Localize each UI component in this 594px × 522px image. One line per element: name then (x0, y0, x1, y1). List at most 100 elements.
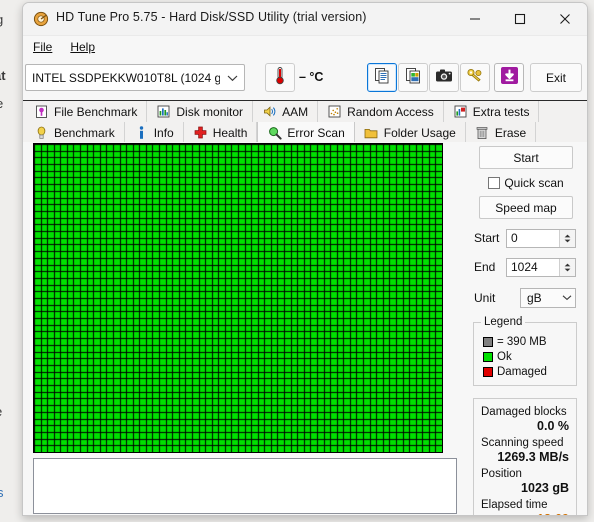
end-stepper[interactable] (559, 258, 575, 276)
quick-scan-row[interactable]: Quick scan (473, 176, 579, 190)
unit-select[interactable]: gB (520, 287, 576, 308)
stat-damaged-blocks: Damaged blocks 0.0 % (481, 405, 569, 434)
lightbulb-icon (34, 125, 49, 140)
stat-position-label: Position (481, 468, 522, 480)
stat-elapsed-time-label: Elapsed time (481, 499, 548, 511)
stat-scanning-speed-value: 1269.3 MB/s (497, 450, 569, 464)
tab-random-access-label: Random Access (347, 104, 434, 119)
copy-text-button[interactable] (367, 63, 397, 92)
title-bar[interactable]: HD Tune Pro 5.75 - Hard Disk/SSD Utility… (23, 3, 587, 36)
options-button[interactable] (460, 63, 490, 92)
tab-benchmark-label: Benchmark (54, 125, 115, 140)
quick-scan-label: Quick scan (504, 176, 564, 190)
legend-swatch-damaged (483, 366, 493, 377)
camera-icon (435, 68, 453, 88)
legend-swatch-ok (483, 351, 493, 362)
tab-erase-label: Erase (494, 125, 527, 140)
tab-file-benchmark[interactable]: File Benchmark (25, 101, 148, 122)
background-text-fragment: at (0, 68, 6, 83)
screenshot-button[interactable] (429, 63, 459, 92)
end-field-label: End (474, 260, 496, 274)
tab-benchmark[interactable]: Benchmark (25, 122, 125, 143)
unit-select-value: gB (527, 290, 542, 305)
tab-row-2: Benchmark Info Health Error Scan Folder … (25, 122, 537, 143)
tab-aam-label: AAM (282, 104, 309, 119)
start-input-value: 0 (511, 231, 518, 245)
tab-info-label: Info (153, 125, 174, 140)
end-input[interactable]: 1024 (506, 257, 576, 277)
unit-field-label: Unit (474, 290, 496, 305)
stat-damaged-blocks-label: Damaged blocks (481, 406, 567, 418)
tab-error-scan[interactable]: Error Scan (257, 122, 355, 143)
tab-disk-monitor[interactable]: Disk monitor (147, 101, 254, 122)
legend-group: Legend = 390 MB Ok Damaged (473, 316, 577, 386)
exit-button[interactable]: Exit (530, 63, 582, 92)
stat-position-value: 1023 gB (521, 481, 569, 495)
close-icon[interactable] (542, 3, 587, 35)
temperature-text: – °C (299, 70, 324, 84)
chevron-up-icon (564, 263, 571, 266)
tab-row-1: File Benchmark Disk monitor AAM Random A… (25, 101, 540, 122)
maximize-icon[interactable] (497, 3, 542, 35)
window-controls (452, 3, 587, 35)
chevron-down-icon (564, 268, 571, 271)
magnifier-icon (267, 125, 282, 140)
chevron-up-icon (564, 234, 571, 237)
tab-info[interactable]: Info (124, 122, 184, 143)
menu-help-label: Help (70, 40, 96, 54)
tab-random-access[interactable]: Random Access (318, 101, 444, 122)
legend-row-block-size: = 390 MB (483, 334, 576, 349)
stat-damaged-blocks-value: 0.0 % (537, 419, 569, 433)
menu-file[interactable]: File (33, 40, 52, 54)
legend-title: Legend (481, 316, 526, 328)
tab-health[interactable]: Health (183, 122, 258, 143)
legend-damaged-label: Damaged (497, 365, 547, 378)
start-input[interactable]: 0 (506, 228, 576, 248)
bar-chart-icon (156, 104, 171, 119)
trash-icon (475, 125, 490, 140)
start-field-row: Start 0 (473, 228, 579, 248)
drive-select-value: INTEL SSDPEKKW010T8L (1024 gB) (32, 70, 220, 85)
background-text-fragment: g (0, 12, 3, 27)
extra-tests-icon (453, 104, 468, 119)
scan-block-map-canvas[interactable] (34, 144, 442, 452)
background-text-fragment: e (0, 96, 3, 111)
legend-swatch-block (483, 336, 493, 347)
tab-aam[interactable]: AAM (253, 101, 319, 122)
scan-log-output[interactable] (33, 458, 457, 514)
menu-bar: File Help (23, 36, 587, 58)
tab-folder-usage[interactable]: Folder Usage (354, 122, 466, 143)
copy-image-icon (405, 67, 422, 89)
minimize-icon[interactable] (452, 3, 497, 35)
speaker-icon (262, 104, 277, 119)
tab-bar: File Benchmark Disk monitor AAM Random A… (23, 101, 587, 144)
scan-block-map[interactable] (33, 143, 443, 453)
thermometer-icon (272, 66, 288, 90)
menu-help[interactable]: Help (70, 40, 95, 54)
tab-extra-tests[interactable]: Extra tests (443, 101, 540, 122)
copy-document-icon (374, 67, 391, 89)
copy-image-button[interactable] (398, 63, 428, 92)
hd-tune-window: HD Tune Pro 5.75 - Hard Disk/SSD Utility… (22, 2, 588, 516)
tab-erase[interactable]: Erase (465, 122, 537, 143)
tab-file-benchmark-label: File Benchmark (54, 104, 138, 119)
thermometer-button[interactable] (265, 63, 295, 92)
stat-elapsed-time: Elapsed time 12:09 (481, 498, 569, 515)
scatter-icon (327, 104, 342, 119)
start-stepper[interactable] (559, 229, 575, 247)
tab-folder-usage-label: Folder Usage (383, 125, 456, 140)
file-benchmark-icon (34, 104, 49, 119)
legend-row-damaged: Damaged (483, 364, 576, 379)
tab-extra-tests-label: Extra tests (472, 104, 530, 119)
start-button[interactable]: Start (479, 146, 573, 169)
download-button[interactable] (494, 63, 524, 92)
legend-block-size-label: = 390 MB (497, 335, 547, 348)
speed-map-button-label: Speed map (495, 200, 557, 215)
chevron-down-icon (564, 239, 571, 242)
start-field-label: Start (474, 231, 500, 245)
download-arrow-icon (500, 66, 519, 90)
speed-map-button[interactable]: Speed map (479, 196, 573, 219)
quick-scan-checkbox[interactable] (488, 177, 501, 189)
info-icon (134, 125, 149, 140)
drive-select[interactable]: INTEL SSDPEKKW010T8L (1024 gB) (25, 64, 245, 91)
